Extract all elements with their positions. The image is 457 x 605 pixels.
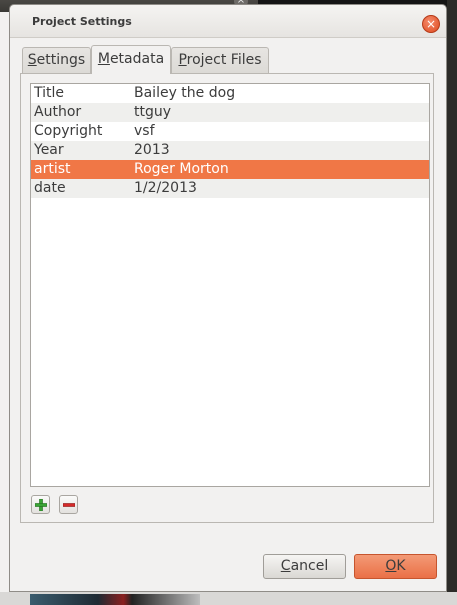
metadata-row[interactable]: Year 2013 xyxy=(31,141,429,160)
cancel-mnemonic: C xyxy=(280,558,291,574)
ok-label: K xyxy=(396,558,406,574)
background-window-edge xyxy=(447,0,457,605)
metadata-key: Title xyxy=(34,85,65,101)
metadata-value: Bailey the dog xyxy=(134,85,236,101)
cancel-label: ancel xyxy=(290,558,329,574)
tab-metadata[interactable]: Metadata xyxy=(91,45,171,74)
metadata-row[interactable]: date 1/2/2013 xyxy=(31,179,429,198)
plus-icon xyxy=(35,499,47,511)
tab-settings-label: ettings xyxy=(36,52,86,68)
tab-metadata-label: etadata xyxy=(109,51,165,67)
tab-metadata-mnemonic: M xyxy=(97,51,110,67)
metadata-key: Copyright xyxy=(34,123,103,139)
tab-settings-mnemonic: S xyxy=(27,52,37,68)
ok-button[interactable]: OK xyxy=(354,554,437,579)
metadata-value: Roger Morton xyxy=(134,161,229,177)
cancel-button[interactable]: Cancel xyxy=(263,554,346,579)
minus-icon xyxy=(63,503,75,507)
close-icon: × xyxy=(425,17,437,31)
metadata-value: 2013 xyxy=(134,142,170,158)
metadata-tab-pane: Title Bailey the dog Author ttguy Copyri… xyxy=(20,73,434,523)
metadata-key: Author xyxy=(34,104,82,120)
tab-settings[interactable]: Settings xyxy=(22,47,91,73)
dialog-title: Project Settings xyxy=(32,15,132,28)
dialog-titlebar[interactable]: Project Settings × xyxy=(10,5,446,38)
metadata-row[interactable]: Author ttguy xyxy=(31,103,429,122)
metadata-list[interactable]: Title Bailey the dog Author ttguy Copyri… xyxy=(30,83,430,487)
metadata-key: artist xyxy=(34,161,71,177)
metadata-row-selected[interactable]: artist Roger Morton xyxy=(31,160,429,179)
tab-project-files[interactable]: Project Files xyxy=(171,47,269,73)
background-thumbnail xyxy=(30,594,200,605)
metadata-key: Year xyxy=(34,142,64,158)
tab-project-files-label: roject Files xyxy=(186,52,262,68)
metadata-key: date xyxy=(34,180,66,196)
add-entry-button[interactable] xyxy=(31,495,50,514)
metadata-row[interactable]: Title Bailey the dog xyxy=(31,84,429,103)
remove-entry-button[interactable] xyxy=(59,495,78,514)
metadata-row[interactable]: Copyright vsf xyxy=(31,122,429,141)
metadata-value: 1/2/2013 xyxy=(134,180,197,196)
ok-mnemonic: O xyxy=(385,558,397,574)
close-button[interactable]: × xyxy=(422,15,440,33)
metadata-value: ttguy xyxy=(134,104,172,120)
tab-project-files-mnemonic: P xyxy=(178,52,187,68)
metadata-value: vsf xyxy=(134,123,155,139)
